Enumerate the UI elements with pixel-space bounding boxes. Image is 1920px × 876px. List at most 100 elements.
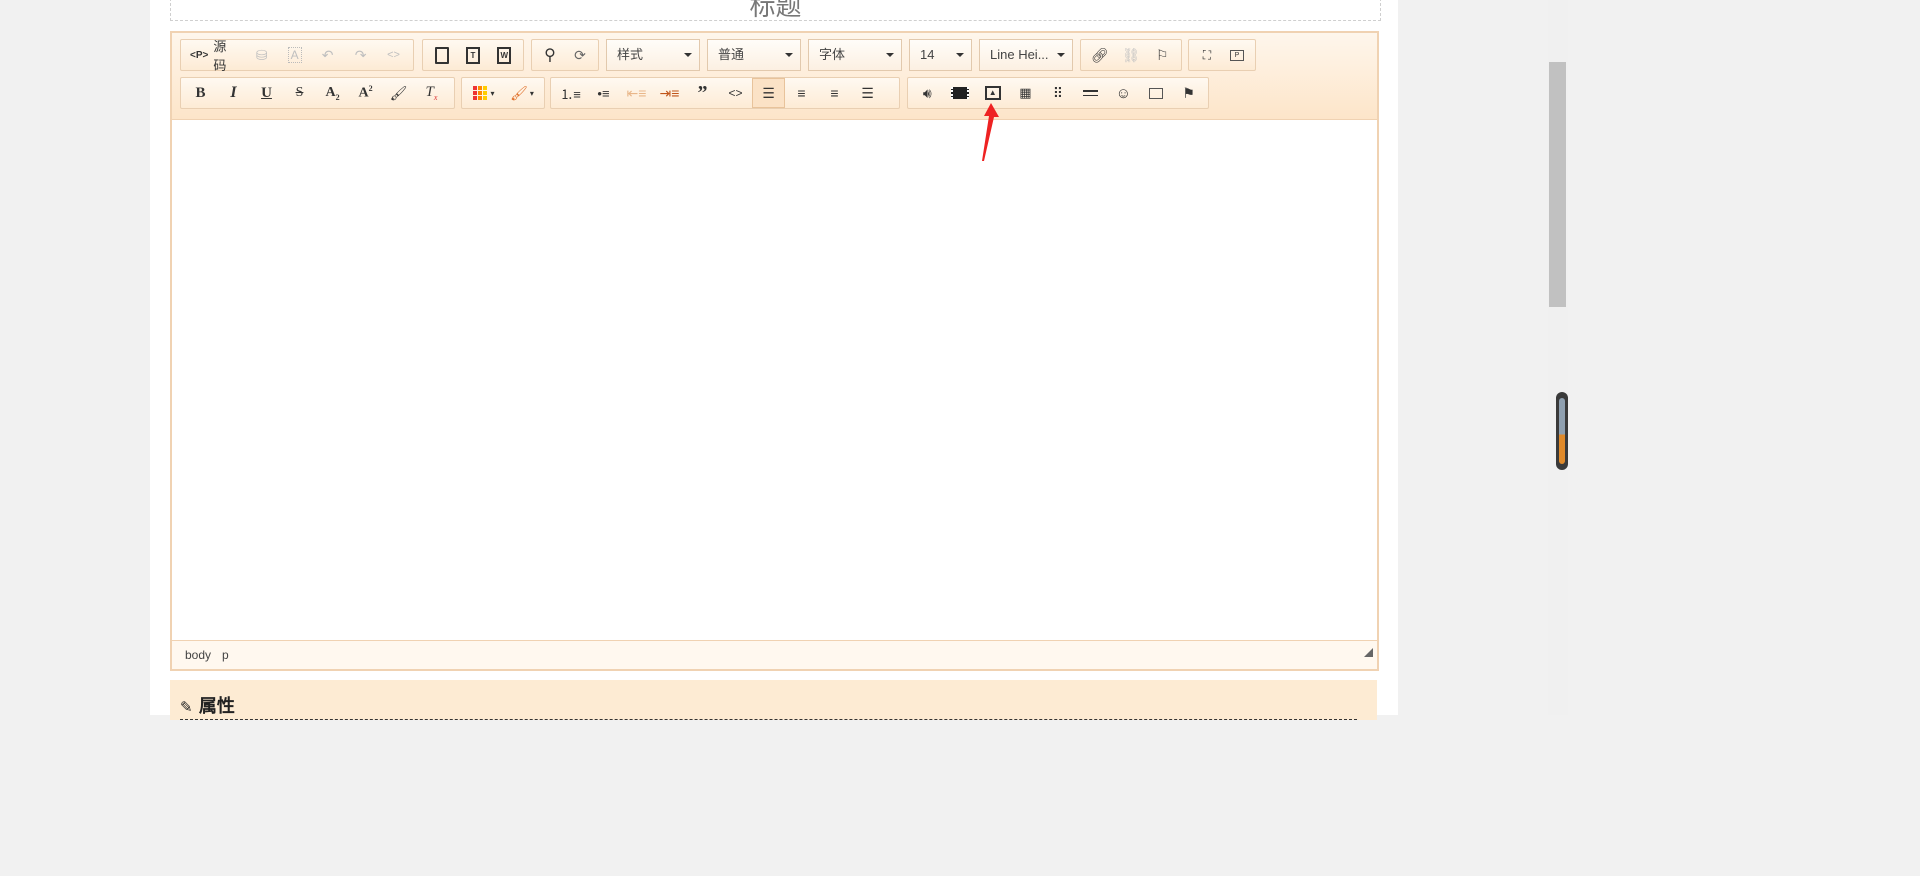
toolbar-group-paragraph: ⒈≡ •≡ ⇤≡ ⇥≡ ” <> ☰ ≡ ≡ ☰: [550, 77, 900, 109]
subscript-button[interactable]: A2: [316, 78, 349, 108]
chevron-down-icon: ▾: [529, 88, 534, 98]
paste-text-button[interactable]: T: [457, 40, 488, 70]
page-scrollbar[interactable]: [1548, 0, 1568, 715]
bg-color-button[interactable]: 🖌︎ ▾: [503, 78, 541, 108]
image-icon: ▲: [984, 86, 1001, 100]
video-button[interactable]: [944, 78, 977, 108]
outdent-button[interactable]: ⇤≡: [620, 78, 653, 108]
title-input[interactable]: 标题: [170, 0, 1381, 21]
resize-handle[interactable]: [1364, 648, 1373, 657]
strikethrough-button[interactable]: S: [283, 78, 316, 108]
line-height-dropdown[interactable]: Line Hei...: [979, 39, 1073, 71]
table-button[interactable]: ⠿: [1042, 78, 1075, 108]
format-dropdown[interactable]: 普通: [707, 39, 801, 71]
undo-button[interactable]: ↶: [311, 40, 344, 70]
search-icon: ⚲: [544, 47, 556, 64]
editor-content-area[interactable]: [172, 120, 1377, 639]
link-button[interactable]: 🔗︎: [1084, 40, 1115, 70]
audio-icon: 🔊︎: [922, 84, 932, 101]
blockquote-icon: ”: [697, 81, 708, 104]
select-all-button[interactable]: A: [278, 40, 311, 70]
justify-button[interactable]: ☰: [851, 78, 884, 108]
style-dropdown[interactable]: 样式: [606, 39, 700, 71]
bold-button[interactable]: B: [184, 78, 217, 108]
numbered-list-button[interactable]: ⒈≡: [554, 78, 587, 108]
text-color-button[interactable]: ▾: [465, 78, 503, 108]
indent-button[interactable]: ⇥≡: [653, 78, 686, 108]
text-color-icon: [473, 86, 488, 100]
maximize-icon: ⛶: [1202, 47, 1212, 62]
font-size-dropdown[interactable]: 14: [909, 39, 972, 71]
line-height-value: Line Hei...: [990, 47, 1049, 62]
find-button[interactable]: ⛁: [245, 40, 278, 70]
paste-word-button[interactable]: W: [489, 40, 520, 70]
toolbar-group-insert: 🔊︎ ▲ ▦ ⠿ ☺ ⚑: [907, 77, 1209, 109]
iframe-icon: [1149, 87, 1164, 99]
align-center-button[interactable]: ≡: [785, 78, 818, 108]
superscript-button[interactable]: A2: [349, 78, 382, 108]
flag-button[interactable]: ⚑: [1172, 78, 1205, 108]
toolbar-group-source: <P> 源码 ⛁ A ↶ ↷ <>: [180, 39, 414, 73]
bullet-list-icon: •≡: [597, 85, 610, 101]
code-brackets-icon: <>: [387, 49, 400, 61]
image-gallery-button[interactable]: ▦: [1009, 78, 1042, 108]
style-dropdown-value: 样式: [617, 47, 644, 62]
bg-color-icon: 🖌︎: [510, 84, 528, 101]
undo-icon: ↶: [321, 46, 334, 63]
path-item-body[interactable]: body: [185, 648, 211, 662]
scrollbar-thumb[interactable]: [1549, 62, 1566, 307]
blockquote-button[interactable]: ”: [686, 78, 719, 108]
annotation-arrow-icon: [982, 103, 999, 161]
anchor-flag-icon: ⚐: [1156, 46, 1169, 63]
preview-icon: P: [1230, 49, 1244, 61]
superscript-icon: A2: [358, 84, 373, 101]
link-icon: 🔗︎: [1090, 46, 1109, 63]
format-painter-button[interactable]: 🖌︎: [382, 78, 415, 108]
toolbar-group-basic-styles: B I U S A2 A2 🖌︎ Tx: [180, 77, 455, 109]
path-item-p[interactable]: p: [222, 648, 229, 662]
toolbar-group-view: ⛶ P: [1188, 39, 1256, 71]
flag-icon: ⚑: [1182, 84, 1195, 101]
toolbar-group-colors: ▾ 🖌︎ ▾: [461, 77, 545, 109]
chevron-down-icon: ▾: [490, 88, 495, 98]
replace-button[interactable]: ⟳: [565, 40, 595, 70]
paste-button[interactable]: [426, 40, 457, 70]
rich-text-editor: <P> 源码 ⛁ A ↶ ↷ <> T W ⚲ ⟳ 样式 普通 字体 14 Li…: [170, 31, 1379, 671]
source-icon: <P>: [190, 49, 209, 61]
unlink-button[interactable]: ⛓︎: [1115, 40, 1146, 70]
clear-format-button[interactable]: Tx: [415, 78, 448, 108]
underline-button[interactable]: U: [250, 78, 283, 108]
side-gauge-widget[interactable]: [1556, 392, 1568, 470]
source-button[interactable]: <P> 源码: [184, 39, 245, 73]
code-brackets-button[interactable]: <>: [377, 40, 410, 70]
chevron-down-icon: [886, 53, 894, 57]
properties-heading[interactable]: ✎ 属性: [180, 692, 1357, 720]
chevron-down-icon: [1057, 53, 1065, 57]
chevron-down-icon: [785, 53, 793, 57]
toolbar-group-link: 🔗︎ ⛓︎ ⚐: [1080, 39, 1182, 71]
preview-button[interactable]: P: [1222, 40, 1252, 70]
source-label: 源码: [213, 39, 227, 73]
subscript-icon: A2: [325, 84, 340, 102]
outdent-icon: ⇤≡: [626, 84, 647, 101]
redo-button[interactable]: ↷: [344, 40, 377, 70]
font-dropdown[interactable]: 字体: [808, 39, 902, 71]
search-button[interactable]: ⚲: [535, 40, 565, 70]
audio-button[interactable]: 🔊︎: [911, 78, 944, 108]
maximize-button[interactable]: ⛶: [1192, 40, 1222, 70]
horizontal-rule-button[interactable]: [1074, 78, 1107, 108]
anchor-button[interactable]: ⚐: [1147, 40, 1178, 70]
align-left-button[interactable]: ☰: [752, 78, 785, 108]
align-right-button[interactable]: ≡: [818, 78, 851, 108]
title-text: 标题: [749, 0, 802, 21]
chevron-down-icon: [956, 53, 964, 57]
bullet-list-button[interactable]: •≡: [587, 78, 620, 108]
paste-text-icon: T: [465, 46, 480, 64]
iframe-button[interactable]: [1140, 78, 1173, 108]
code-button[interactable]: <>: [719, 78, 752, 108]
font-dropdown-value: 字体: [819, 47, 846, 62]
emoji-button[interactable]: ☺: [1107, 78, 1140, 108]
align-right-icon: ≡: [830, 85, 839, 101]
italic-button[interactable]: I: [217, 78, 250, 108]
format-dropdown-value: 普通: [718, 47, 745, 62]
